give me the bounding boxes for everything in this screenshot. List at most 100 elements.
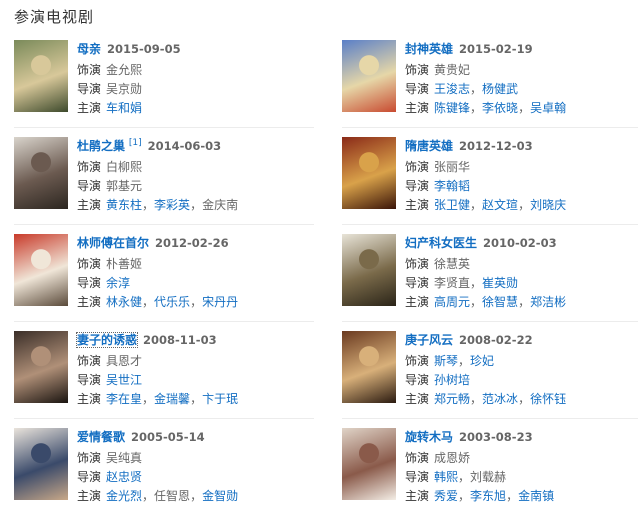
directors-label: 导演 [77,276,102,290]
drama-card: 封神英雄 2015-02-19 饰演 黄贵妃 导演 王浚志，杨健武 主演 陈键锋，李依晓，吴卓… [342,40,640,128]
role-label: 饰演 [77,160,102,174]
poster-image[interactable] [342,234,396,306]
role-row: 饰演 成恩娇 [405,449,640,468]
title-line: 林师傅在首尔 2012-02-26 [77,234,317,252]
separator: ， [470,295,483,309]
drama-title-link[interactable]: 隋唐英雄 [405,139,453,153]
drama-title-link[interactable]: 旋转木马 [405,430,453,444]
cast-person-link[interactable]: 张卫健 [434,198,470,212]
drama-card: 庚子风云 2008-02-22 饰演 斯琴，珍妃 导演 孙树培 主演 郑元畅，范冰冰，徐怀钰 [342,331,640,419]
cast-row: 主演 秀爱，李东旭，金南镇 [405,487,640,506]
directors-person-link[interactable]: 杨健武 [482,82,518,96]
drama-info: 隋唐英雄 2012-12-03 饰演 张丽华 导演 李翰韬 主演 张卫健，赵文瑄，刘晓庆 [405,137,640,215]
title-line: 庚子风云 2008-02-22 [405,331,640,349]
directors-person-link[interactable]: 孙树培 [434,373,470,387]
title-line: 母亲 2015-09-05 [77,40,317,58]
separator: ， [518,392,531,406]
air-date: 2012-12-03 [459,139,533,153]
cast-person-link[interactable]: 高周元 [434,295,470,309]
cast-person-link[interactable]: 赵文瑄 [482,198,518,212]
cast-label: 主演 [77,295,102,309]
poster-artwork [14,234,68,306]
cast-row: 主演 张卫健，赵文瑄，刘晓庆 [405,196,640,215]
cast-row: 主演 高周元，徐智慧，郑洁彬 [405,293,640,312]
poster-image[interactable] [14,234,68,306]
poster-image[interactable] [14,428,68,500]
cast-person-link[interactable]: 宋丹丹 [202,295,238,309]
cast-person-link[interactable]: 黄东柱 [106,198,142,212]
cast-person-link[interactable]: 郑洁彬 [530,295,566,309]
air-date: 2015-09-05 [107,42,181,56]
directors-person-link[interactable]: 李翰韬 [434,179,470,193]
drama-card: 爱情餐歌 2005-05-14 饰演 吴纯真 导演 赵忠贤 主演 金光烈，任智恩，金智勋 [14,428,324,516]
cast-person-link[interactable]: 代乐乐 [154,295,190,309]
drama-title-link[interactable]: 爱情餐歌 [77,430,125,444]
poster-image[interactable] [14,331,68,403]
separator: ， [470,276,483,290]
cast-person-link[interactable]: 李依晓 [482,101,518,115]
directors-person-link[interactable]: 吴世江 [106,373,142,387]
poster-image[interactable] [342,40,396,112]
drama-info: 林师傅在首尔 2012-02-26 饰演 朴善姬 导演 余淳 主演 林永健，代乐乐，宋丹丹 [77,234,317,312]
drama-info: 杜鹃之巢 [1] 2014-06-03 饰演 白柳熙 导演 郭基元 主演 黄东柱，李彩英，金庆… [77,137,317,215]
poster-image[interactable] [14,137,68,209]
cast-person-link[interactable]: 李东旭 [470,489,506,503]
role-name: 徐慧英 [434,257,471,271]
poster-image[interactable] [342,428,396,500]
directors-label: 导演 [77,82,102,96]
separator: ， [470,82,483,96]
directors-person-link[interactable]: 韩熙 [434,470,458,484]
air-date: 2008-02-22 [459,333,533,347]
directors-person-link[interactable]: 崔英勋 [482,276,518,290]
drama-title-link[interactable]: 封神英雄 [405,42,453,56]
cast-person-link[interactable]: 吴卓翰 [530,101,566,115]
cast-person-link[interactable]: 李彩英 [154,198,190,212]
cast-person-link[interactable]: 车和娟 [106,101,142,115]
role-name: 具恩才 [106,354,143,368]
cast-person-link[interactable]: 郑元畅 [434,392,470,406]
title-line: 隋唐英雄 2012-12-03 [405,137,640,155]
directors-person-link[interactable]: 王浚志 [434,82,470,96]
cast-row: 主演 车和娟 [77,99,317,118]
poster-image[interactable] [342,137,396,209]
directors-row: 导演 吴京勋 [77,80,317,99]
drama-title-link[interactable]: 杜鹃之巢 [77,139,125,153]
cast-person-link[interactable]: 金南镇 [518,489,554,503]
role-name: 朴善姬 [106,257,143,271]
cast-person-link[interactable]: 刘晓庆 [530,198,566,212]
role-name: 成恩娇 [434,451,471,465]
cast-person-link[interactable]: 李在皇 [106,392,142,406]
role-label: 饰演 [405,451,430,465]
section-title: 参演电视剧 [14,8,95,26]
citation-link[interactable]: [1] [129,138,142,148]
role-name[interactable]: 斯琴 [434,354,458,368]
drama-title-link[interactable]: 妇产科女医生 [405,236,477,250]
title-line: 爱情餐歌 2005-05-14 [77,428,317,446]
poster-image[interactable] [342,331,396,403]
drama-title-link[interactable]: 林师傅在首尔 [77,236,149,250]
role-label: 饰演 [77,354,102,368]
drama-title-link[interactable]: 母亲 [77,42,101,56]
cast-person-link[interactable]: 范冰冰 [482,392,518,406]
directors-person-link[interactable]: 余淳 [106,276,130,290]
separator: ， [470,198,483,212]
role-name-extra[interactable]: 珍妃 [470,354,494,368]
cast-person-link[interactable]: 林永健 [106,295,142,309]
cast-label: 主演 [405,198,430,212]
separator: ， [190,392,203,406]
cast-person-link[interactable]: 金光烈 [106,489,142,503]
cast-person-link[interactable]: 金瑞馨 [154,392,190,406]
poster-image[interactable] [14,40,68,112]
title-line: 妻子的诱惑 2008-11-03 [75,331,317,349]
role-label: 饰演 [405,160,430,174]
drama-title-link[interactable]: 庚子风云 [405,333,453,347]
directors-person-link[interactable]: 赵忠贤 [106,470,142,484]
role-row: 饰演 朴善姬 [77,255,317,274]
cast-person-link[interactable]: 徐智慧 [482,295,518,309]
cast-person-link[interactable]: 陈键锋 [434,101,470,115]
drama-title-link[interactable]: 妻子的诱惑 [75,332,139,348]
cast-person-link[interactable]: 秀爱 [434,489,458,503]
cast-person-link[interactable]: 徐怀钰 [530,392,566,406]
cast-person-link[interactable]: 金智勋 [202,489,238,503]
cast-person-link[interactable]: 卞于珉 [202,392,238,406]
